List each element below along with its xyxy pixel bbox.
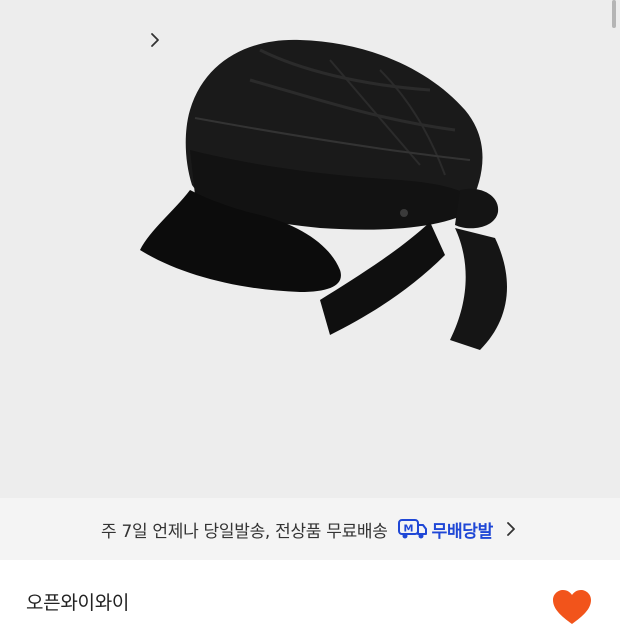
store-row: 오픈와이와이 xyxy=(0,560,620,620)
product-image[interactable] xyxy=(0,0,620,498)
truck-icon: M xyxy=(397,519,427,539)
free-delivery-label: 무배당발 xyxy=(431,521,494,542)
chevron-right-icon[interactable] xyxy=(148,32,162,48)
shipping-banner-text: 주 7일 언제나 당일발송, 전상품 무료배송 xyxy=(101,521,388,542)
heart-icon[interactable] xyxy=(551,588,593,626)
shipping-banner[interactable]: 주 7일 언제나 당일발송, 전상품 무료배송 M 무배당발 xyxy=(0,498,620,560)
scroll-indicator[interactable] xyxy=(612,0,616,28)
badge-letter: M xyxy=(403,524,413,535)
free-delivery-badge: M 무배당발 xyxy=(397,517,494,542)
chevron-right-icon xyxy=(507,522,515,536)
store-name-link[interactable]: 오픈와이와이 xyxy=(26,588,129,615)
cap-illustration xyxy=(140,39,507,350)
